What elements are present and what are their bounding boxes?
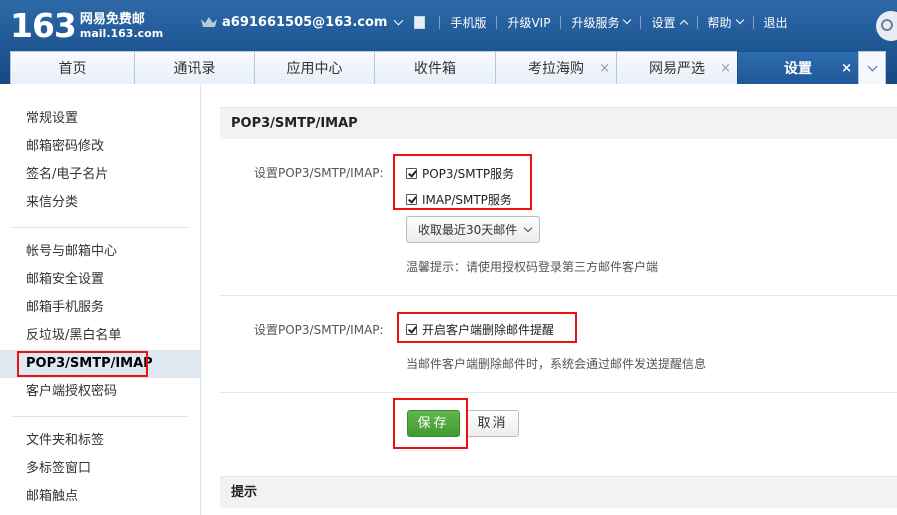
chevron-down-icon [735,15,744,25]
nav-separator [560,15,562,29]
sidebar-item-antispam[interactable]: 反垃圾/黑白名单 [0,322,200,350]
warm-tip-text: 温馨提示：请使用授权码登录第三方邮件客户端 [406,260,659,274]
cancel-button[interactable]: 取消 [466,410,519,437]
chevron-down-icon [623,15,632,25]
sidebar-item-touchpoints[interactable]: 邮箱触点 [0,483,200,511]
sidebar-item-mobile-service[interactable]: 邮箱手机服务 [0,294,200,322]
top-navigation-bar: a691661505@163.com 手机版 升级VIP 升级服务 设置 帮助 … [200,11,788,33]
settings-menu[interactable]: 设置 [651,14,688,31]
tab-yanxuan[interactable]: 网易严选 × [616,51,738,84]
settings-sidebar: 常规设置 邮箱密码修改 签名/电子名片 来信分类 帐号与邮箱中心 邮箱安全设置 … [0,84,201,515]
chevron-down-icon [524,223,533,232]
row-label: 设置POP3/SMTP/IMAP: [254,323,384,337]
logout-link[interactable]: 退出 [764,14,788,31]
logo-number: 163 [10,6,77,45]
top-header: 163 网易免费邮 mail.163.com a691661505@163.co… [0,0,897,84]
section-title: POP3/SMTP/IMAP [220,107,897,139]
sidebar-item-password[interactable]: 邮箱密码修改 [0,133,200,161]
search-icon [881,19,893,31]
tab-kaola[interactable]: 考拉海购 × [495,51,617,84]
close-icon[interactable]: × [841,61,852,76]
nav-separator [696,15,698,29]
nav-separator [496,15,498,29]
tab-inbox[interactable]: 收件箱 [374,51,496,84]
close-icon[interactable]: × [599,61,610,76]
sidebar-divider [12,416,188,417]
tab-contacts[interactable]: 通讯录 [134,51,255,84]
nav-separator [640,15,642,29]
sidebar-item-account-center[interactable]: 帐号与邮箱中心 [0,238,200,266]
sidebar-item-signature[interactable]: 签名/电子名片 [0,161,200,189]
delete-notify-checkbox[interactable]: 开启客户端删除邮件提醒 [406,321,554,338]
upgrade-service-menu[interactable]: 升级服务 [571,14,632,31]
sidebar-item-client-auth-code[interactable]: 客户端授权密码 [0,378,200,406]
nav-separator [752,15,754,29]
section-divider [220,295,897,296]
receive-range-select[interactable]: 收取最近30天邮件 [406,216,540,243]
chevron-down-icon [867,61,877,71]
logo-domain: mail.163.com [79,27,164,40]
sidebar-item-folders-tags[interactable]: 文件夹和标签 [0,427,200,455]
checkbox-checked-icon [406,324,417,335]
chevron-up-icon [679,19,688,28]
account-chevron-down-icon[interactable] [394,15,404,25]
row-label: 设置POP3/SMTP/IMAP: [254,166,384,180]
search-button[interactable] [876,11,897,41]
settings-main-panel: POP3/SMTP/IMAP 设置POP3/SMTP/IMAP: POP3/SM… [201,84,897,515]
nav-separator [439,15,441,29]
tab-home[interactable]: 首页 [10,51,135,84]
sidebar-item-general[interactable]: 常规设置 [0,105,200,133]
tips-section-title: 提示 [220,476,897,508]
save-button[interactable]: 保存 [407,410,460,437]
tab-bar: 首页 通讯录 应用中心 收件箱 考拉海购 × 网易严选 × 设置 × [10,51,886,84]
mail-163-logo[interactable]: 163 网易免费邮 mail.163.com [10,6,163,46]
imap-smtp-checkbox[interactable]: IMAP/SMTP服务 [406,191,512,208]
pop3-smtp-checkbox[interactable]: POP3/SMTP服务 [406,165,514,182]
sidebar-item-pop3-smtp-imap[interactable]: POP3/SMTP/IMAP [0,350,200,378]
more-tabs-button[interactable] [858,51,886,84]
sidebar-item-mail-filter[interactable]: 来信分类 [0,189,200,217]
logo-title: 网易免费邮 [79,12,145,27]
tab-settings[interactable]: 设置 × [737,51,859,84]
checkbox-checked-icon [406,194,417,205]
account-email[interactable]: a691661505@163.com [222,15,387,30]
checkbox-checked-icon [406,168,417,179]
mobile-version-link[interactable]: 手机版 [450,14,486,31]
section-divider [220,392,897,393]
vip-crown-icon [201,17,217,27]
help-menu[interactable]: 帮助 [708,14,744,31]
sidebar-divider [12,227,188,228]
sidebar-item-security[interactable]: 邮箱安全设置 [0,266,200,294]
upgrade-vip-link[interactable]: 升级VIP [507,14,550,31]
tab-app-center[interactable]: 应用中心 [254,51,375,84]
close-icon[interactable]: × [720,61,731,76]
sidebar-item-multi-tab[interactable]: 多标签窗口 [0,455,200,483]
document-icon[interactable] [414,15,426,29]
delete-notify-description: 当邮件客户端删除邮件时，系统会通过邮件发送提醒信息 [406,357,707,371]
